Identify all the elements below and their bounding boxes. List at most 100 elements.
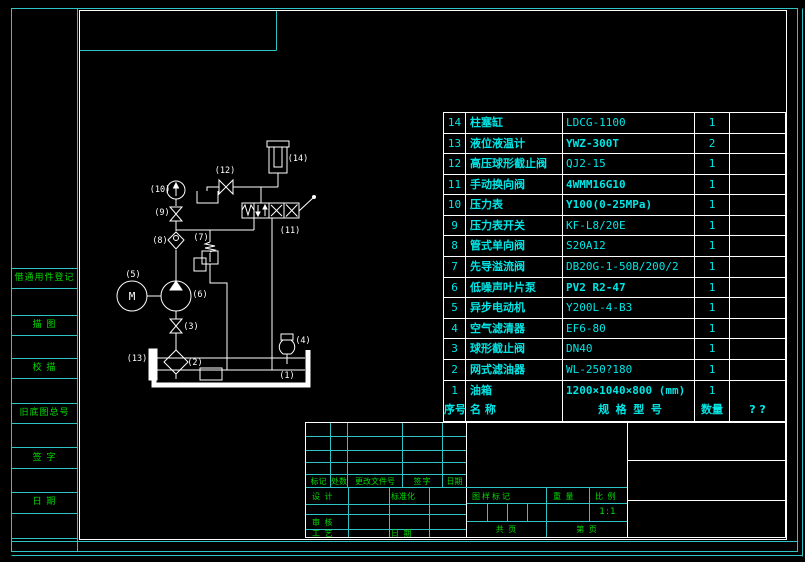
parts-table: 14柱塞缸LDCG-1100113液位液温计YWZ-300T212高压球形截止阀…	[443, 112, 786, 422]
parts-cell-qty: 1	[695, 319, 730, 339]
parts-cell-remark	[730, 216, 785, 236]
page-num: 第 页	[547, 524, 627, 535]
gauge-switch-symbol	[170, 214, 182, 221]
parts-cell-no: 5	[444, 298, 466, 318]
parts-cell-name: 手动换向阀	[466, 175, 563, 195]
parts-cell-qty: 1	[695, 216, 730, 236]
label-9: (9)	[154, 208, 169, 218]
parts-cell-spec: DB20G-1-50B/200/2	[563, 257, 695, 277]
header-qty: 数量	[695, 400, 730, 421]
rev-col-count: 处数	[331, 476, 347, 487]
rev-col-date: 日期	[443, 476, 466, 487]
globe-valve-symbol	[170, 319, 182, 326]
parts-cell-qty: 1	[695, 257, 730, 277]
label-3: (3)	[183, 322, 198, 332]
parts-cell-remark	[730, 236, 785, 256]
level-temp-gauge-symbol	[149, 349, 157, 380]
parts-cell-no: 11	[444, 175, 466, 195]
parts-cell-no: 4	[444, 319, 466, 339]
cylinder-cap	[267, 141, 289, 147]
label-11: (11)	[280, 226, 300, 236]
parts-cell-name: 油箱	[466, 381, 563, 401]
parts-cell-name: 液位液温计	[466, 134, 563, 154]
parts-row: 11手动换向阀4WMM16G101	[444, 175, 785, 196]
ball-valve-symbol	[219, 180, 226, 194]
parts-row: 10压力表Y100(0-25MPa)1	[444, 195, 785, 216]
parts-cell-remark	[730, 134, 785, 154]
label-7: (7)	[193, 233, 208, 243]
rev-col-sign: 签字	[403, 476, 442, 487]
parts-cell-name: 高压球形截止阀	[466, 154, 563, 174]
label-14: (14)	[288, 154, 308, 164]
divider	[627, 423, 628, 537]
parts-cell-name: 压力表开关	[466, 216, 563, 236]
parts-cell-qty: 1	[695, 278, 730, 298]
parts-cell-name: 管式单向阀	[466, 236, 563, 256]
divider	[466, 423, 467, 537]
parts-cell-remark	[730, 257, 785, 277]
label-13: (13)	[127, 354, 147, 364]
sidebar-label-signature: 签 字	[12, 449, 77, 467]
valve-lever	[299, 197, 314, 211]
scale-label: 比 例	[595, 491, 617, 502]
parts-cell-no: 9	[444, 216, 466, 236]
parts-cell-spec: 4WMM16G10	[563, 175, 695, 195]
gauge-needle-tip	[174, 183, 179, 188]
label-6: (6)	[192, 290, 207, 300]
parts-cell-qty: 1	[695, 236, 730, 256]
parts-cell-remark	[730, 154, 785, 174]
parts-row: 5异步电动机Y200L-4-B31	[444, 298, 785, 319]
review-label: 审 核	[312, 517, 334, 528]
parts-cell-name: 低噪声叶片泵	[466, 278, 563, 298]
parts-cell-qty: 1	[695, 175, 730, 195]
label-8: (8)	[152, 236, 167, 246]
globe-valve-symbol	[170, 326, 182, 333]
parts-cell-qty: 1	[695, 154, 730, 174]
valve-spring	[242, 205, 254, 215]
title-block: 标记 处数 更改文件号 签字 日期 设 计 标准化 审 核 工 艺 日 期 图样…	[305, 422, 786, 538]
parts-cell-remark	[730, 278, 785, 298]
sidebar-label-old-drawing-no: 旧底图总号	[12, 404, 77, 422]
parts-cell-no: 10	[444, 195, 466, 215]
plunger-cylinder-symbol	[269, 147, 287, 173]
parts-cell-remark	[730, 195, 785, 215]
sidebar-label-proof: 校 描	[12, 359, 77, 377]
parts-cell-spec: S20A12	[563, 236, 695, 256]
parts-cell-remark	[730, 319, 785, 339]
parts-cell-spec: LDCG-1100	[563, 113, 695, 133]
parts-cell-no: 2	[444, 360, 466, 380]
parts-row: 13液位液温计YWZ-300T2	[444, 134, 785, 155]
parts-cell-no: 6	[444, 278, 466, 298]
standardization-label: 标准化	[391, 491, 415, 502]
parts-cell-no: 1	[444, 381, 466, 401]
parts-cell-remark	[730, 381, 785, 401]
design-label: 设 计	[312, 491, 334, 502]
parts-cell-remark	[730, 113, 785, 133]
parts-cell-name: 球形截止阀	[466, 339, 563, 359]
rev-col-doc-no: 更改文件号	[348, 476, 402, 487]
parts-cell-name: 网式滤油器	[466, 360, 563, 380]
sidebar-label-date: 日 期	[12, 493, 77, 511]
label-12: (12)	[215, 166, 235, 176]
parts-cell-qty: 1	[695, 339, 730, 359]
parts-cell-no: 13	[444, 134, 466, 154]
label-10: (10)	[150, 185, 170, 195]
parts-cell-spec: KF-L8/20E	[563, 216, 695, 236]
parts-cell-spec: EF6-80	[563, 319, 695, 339]
pipe-lines	[147, 173, 287, 379]
weight-label: 重 量	[553, 491, 575, 502]
sidebar-label-tracing: 描 图	[12, 316, 77, 334]
rev-col-mark: 标记	[307, 476, 330, 487]
parts-cell-qty: 2	[695, 134, 730, 154]
parts-table-header: 序号 名 称 规 格 型 号 数量 ? ?	[444, 400, 785, 421]
divider	[627, 460, 785, 461]
parts-table-rows: 14柱塞缸LDCG-1100113液位液温计YWZ-300T212高压球形截止阀…	[444, 113, 785, 400]
parts-cell-no: 3	[444, 339, 466, 359]
parts-cell-qty: 1	[695, 298, 730, 318]
parts-cell-no: 8	[444, 236, 466, 256]
parts-row: 14柱塞缸LDCG-11001	[444, 113, 785, 134]
gauge-switch-symbol	[170, 207, 182, 214]
parts-row: 4空气滤清器EF6-801	[444, 319, 785, 340]
component-labels: (1) (2) (3) (4) (5) (6) (7) (8) (9) (10)…	[125, 154, 310, 381]
motor-letter: M	[129, 290, 136, 303]
